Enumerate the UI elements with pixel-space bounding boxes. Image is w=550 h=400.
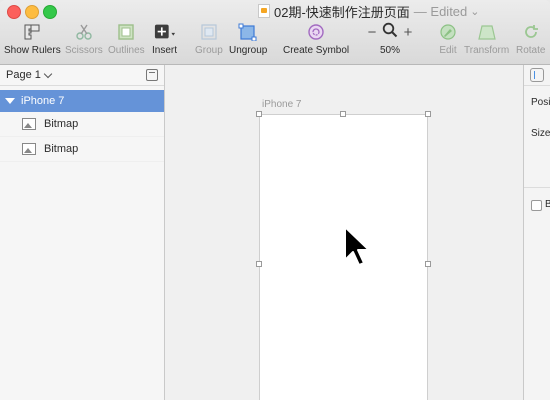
bitmap-icon <box>22 118 36 130</box>
position-label: Posi <box>531 97 550 108</box>
canvas[interactable]: iPhone 7 <box>165 65 523 400</box>
rotate-label: Rotate <box>516 45 546 56</box>
resize-handle[interactable] <box>256 111 262 117</box>
layer-label: Bitmap <box>44 143 79 155</box>
rotate-button[interactable]: Rotate <box>516 22 545 56</box>
edit-button[interactable]: Edit <box>437 22 459 56</box>
bitmap-icon <box>22 143 36 155</box>
inspector-checkbox[interactable] <box>531 200 542 211</box>
layer-label: Bitmap <box>44 118 79 130</box>
page-selector[interactable]: Page 1 <box>0 65 164 86</box>
resize-handle[interactable] <box>340 111 346 117</box>
inspector-divider <box>524 187 550 188</box>
edited-status: — Edited <box>413 3 468 19</box>
zoom-level: 50% <box>379 45 400 56</box>
inspector-tabs <box>524 65 550 86</box>
scissors-button[interactable]: Scissors <box>65 22 103 56</box>
title-toolbar-bar: 02期-快速制作注册页面 — Edited ⌄ Show Rulers Scis… <box>0 0 550 65</box>
artboard-layer-label: iPhone 7 <box>21 95 65 107</box>
inspector-panel: Posi Size B <box>523 65 550 400</box>
artboard-title[interactable]: iPhone 7 <box>262 99 301 110</box>
layers-sidebar: Page 1 iPhone 7 Bitmap Bitmap <box>0 65 165 400</box>
transform-icon <box>476 22 498 42</box>
page-name: Page 1 <box>6 69 41 81</box>
outlines-label: Outlines <box>108 45 145 56</box>
resize-handle[interactable] <box>256 261 262 267</box>
group-label: Group <box>195 45 223 56</box>
minimize-window-button[interactable] <box>25 5 39 19</box>
insert-label: Insert <box>152 45 178 56</box>
resize-handle[interactable] <box>425 111 431 117</box>
size-label: Size <box>531 128 550 139</box>
create-symbol-label: Create Symbol <box>283 45 350 56</box>
insert-button[interactable]: Insert <box>152 22 177 56</box>
checkbox-label: B <box>545 199 550 210</box>
zoom-control: − + 50% <box>365 22 415 56</box>
group-icon <box>198 22 220 42</box>
ungroup-label: Ungroup <box>229 45 268 56</box>
edit-icon <box>437 22 459 42</box>
document-name: 02期-快速制作注册页面 <box>274 4 410 20</box>
group-button[interactable]: Group <box>195 22 223 56</box>
transform-label: Transform <box>464 45 510 56</box>
ungroup-icon <box>237 22 259 42</box>
layer-bitmap[interactable]: Bitmap <box>0 137 164 162</box>
scissors-icon <box>73 22 95 42</box>
resize-handle[interactable] <box>425 261 431 267</box>
zoom-out-button[interactable]: − <box>365 24 379 41</box>
scissors-label: Scissors <box>65 45 103 56</box>
show-rulers-label: Show Rulers <box>4 45 61 56</box>
zoom-in-button[interactable]: + <box>401 24 415 41</box>
ungroup-button[interactable]: Ungroup <box>229 22 267 56</box>
close-window-button[interactable] <box>7 5 21 19</box>
page-panel-toggle-icon[interactable] <box>146 69 158 81</box>
chevron-down-icon <box>43 69 53 78</box>
align-icon[interactable] <box>530 68 544 82</box>
rotate-icon <box>520 22 542 42</box>
edit-label: Edit <box>439 45 457 56</box>
sketch-window: 02期-快速制作注册页面 — Edited ⌄ Show Rulers Scis… <box>0 0 550 400</box>
chevron-down-icon: ⌄ <box>470 5 480 18</box>
layer-bitmap[interactable]: Bitmap <box>0 112 164 137</box>
mouse-pointer-icon <box>343 225 371 272</box>
insert-plus-icon <box>154 22 176 42</box>
zoom-window-button[interactable] <box>43 5 57 19</box>
show-rulers-button[interactable]: Show Rulers <box>4 22 61 56</box>
document-title[interactable]: 02期-快速制作注册页面 — Edited ⌄ <box>258 2 480 20</box>
layer-artboard-iphone7[interactable]: iPhone 7 <box>0 90 164 112</box>
outlines-button[interactable]: Outlines <box>108 22 145 56</box>
magnifier-icon <box>382 22 398 43</box>
create-symbol-button[interactable]: Create Symbol <box>283 22 349 56</box>
transform-button[interactable]: Transform <box>464 22 509 56</box>
outlines-icon <box>115 22 137 42</box>
sketch-document-icon <box>258 4 270 18</box>
symbol-icon <box>305 22 327 42</box>
disclosure-triangle-icon[interactable] <box>5 98 15 104</box>
ruler-icon <box>21 22 43 42</box>
